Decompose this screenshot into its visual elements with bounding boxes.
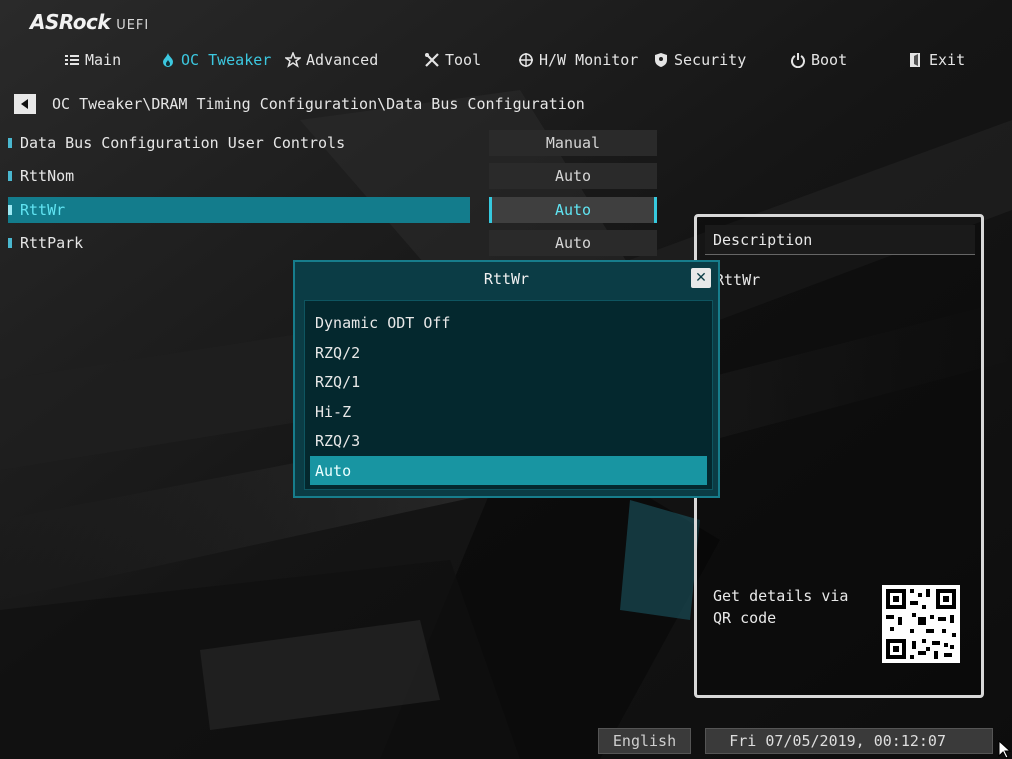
mouse-cursor-icon — [998, 740, 1012, 759]
list-icon — [65, 55, 79, 65]
tab-boot-label: Boot — [811, 51, 848, 69]
back-arrow-icon — [21, 99, 28, 109]
description-title: Description — [705, 225, 975, 255]
tab-exit[interactable]: Exit — [908, 48, 965, 72]
option-rzq-3[interactable]: RZQ/3 — [310, 426, 707, 455]
option-list: Dynamic ODT Off RZQ/2 RZQ/1 Hi-Z RZQ/3 A… — [304, 300, 713, 490]
setting-row-rttpark[interactable]: RttPark — [8, 230, 470, 256]
setting-value-rttwr[interactable]: Auto — [489, 197, 657, 223]
star-icon — [285, 52, 301, 68]
setting-label: Data Bus Configuration User Controls — [20, 134, 346, 152]
tab-boot[interactable]: Boot — [790, 48, 847, 72]
setting-value-rttnom[interactable]: Auto — [489, 163, 657, 189]
datetime-display: Fri 07/05/2019, 00:12:07 — [705, 728, 993, 754]
flame-icon — [163, 53, 173, 67]
setting-row-rttnom[interactable]: RttNom — [8, 163, 470, 189]
tab-oc-tweaker-label: OC Tweaker — [181, 51, 272, 69]
row-marker — [8, 205, 12, 215]
close-button[interactable]: ✕ — [691, 268, 711, 288]
power-icon — [791, 53, 805, 68]
tab-tool[interactable]: Tool — [424, 48, 481, 72]
option-auto[interactable]: Auto — [310, 456, 707, 485]
tab-security-label: Security — [674, 51, 747, 69]
qr-label: Get details via QR code — [713, 587, 849, 627]
option-dynamic-odt-off[interactable]: Dynamic ODT Off — [310, 308, 707, 337]
option-hi-z[interactable]: Hi-Z — [310, 397, 707, 426]
shield-icon — [655, 53, 667, 67]
tab-tool-label: Tool — [445, 51, 482, 69]
description-text: RttWr — [715, 271, 761, 289]
option-rzq-2[interactable]: RZQ/2 — [310, 338, 707, 367]
row-marker — [8, 138, 12, 148]
option-rzq-1[interactable]: RZQ/1 — [310, 367, 707, 396]
breadcrumb-path: OC Tweaker\DRAM Timing Configuration\Dat… — [52, 95, 585, 113]
option-popup: RttWr ✕ Dynamic ODT Off RZQ/2 RZQ/1 Hi-Z… — [293, 260, 720, 498]
tab-hw-monitor[interactable]: H/W Monitor — [518, 48, 638, 72]
setting-value-rttpark[interactable]: Auto — [489, 230, 657, 256]
tab-oc-tweaker[interactable]: OC Tweaker — [160, 48, 271, 72]
exit-icon — [910, 53, 920, 67]
tab-advanced[interactable]: Advanced — [285, 48, 378, 72]
breadcrumb: OC Tweaker\DRAM Timing Configuration\Dat… — [14, 93, 585, 115]
tab-main-label: Main — [85, 51, 122, 69]
close-icon: ✕ — [695, 270, 707, 286]
tab-security[interactable]: Security — [653, 48, 746, 72]
setting-row-user-controls[interactable]: Data Bus Configuration User Controls — [8, 130, 470, 156]
tab-advanced-label: Advanced — [306, 51, 379, 69]
asrock-logo: ASRock UEFI — [30, 10, 149, 34]
setting-label: RttNom — [20, 167, 75, 185]
tab-main[interactable]: Main — [64, 48, 121, 72]
setting-label: RttPark — [20, 234, 84, 252]
crosshair-icon — [519, 53, 533, 67]
tools-icon — [425, 53, 439, 67]
main-nav: Main OC Tweaker Advanced Tool H/W Monito… — [0, 48, 1012, 72]
tab-hw-monitor-label: H/W Monitor — [539, 51, 639, 69]
row-marker — [8, 171, 12, 181]
setting-row-rttwr[interactable]: RttWr — [8, 197, 470, 223]
row-marker — [8, 238, 12, 248]
popup-title: RttWr — [483, 270, 530, 288]
back-button[interactable] — [14, 94, 36, 114]
brand-name: ASRock — [30, 10, 111, 34]
setting-label: RttWr — [20, 201, 66, 219]
description-panel: Description RttWr Get details via QR cod… — [694, 214, 984, 698]
setting-value-user-controls[interactable]: Manual — [489, 130, 657, 156]
tab-exit-label: Exit — [929, 51, 966, 69]
brand-product: UEFI — [116, 18, 150, 33]
qr-code[interactable] — [882, 585, 960, 663]
language-button[interactable]: English — [598, 728, 691, 754]
